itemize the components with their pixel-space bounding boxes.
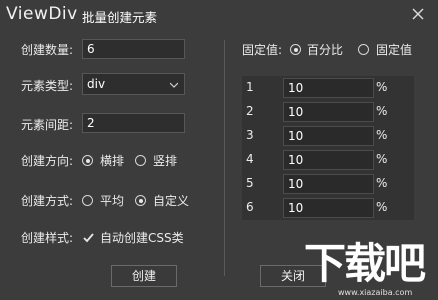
direction-vertical-label[interactable]: 竖排 (153, 152, 177, 169)
row-unit: % (376, 104, 388, 118)
row-index: 5 (246, 176, 254, 190)
auto-css-checkbox[interactable] (82, 231, 95, 244)
row-unit: % (376, 176, 388, 190)
row-value-input[interactable]: 10 (283, 126, 374, 146)
watermark-logo: 下载吧 (304, 239, 426, 288)
percent-label[interactable]: 百分比 (307, 41, 343, 58)
method-average-label[interactable]: 平均 (100, 192, 124, 209)
table-row: 2 10 % (242, 100, 414, 124)
direction-label: 创建方向: (21, 154, 74, 168)
window-title: 批量创建元素 (82, 10, 158, 25)
method-average-radio[interactable] (82, 195, 93, 206)
table-row: 5 10 % (242, 172, 414, 196)
row-unit: % (376, 128, 388, 142)
row-index: 6 (246, 200, 254, 214)
method-custom-label[interactable]: 自定义 (153, 192, 189, 209)
row-index: 3 (246, 128, 254, 142)
row-unit: % (376, 80, 388, 94)
method-custom-radio[interactable] (135, 195, 146, 206)
table-row: 3 10 % (242, 124, 414, 148)
row-value-input[interactable]: 10 (283, 102, 374, 122)
direction-vertical-radio[interactable] (135, 155, 146, 166)
count-input[interactable]: 6 (82, 39, 185, 59)
table-row: 6 10 % (242, 196, 414, 220)
dialog-window: ViewDiv 批量创建元素 创建数量: 6 元素类型: div 元素间距: 2… (0, 0, 438, 300)
auto-css-label[interactable]: 自动创建CSS类 (100, 229, 184, 246)
spacing-input[interactable]: 2 (82, 113, 185, 133)
panel-divider (224, 40, 225, 276)
type-label: 元素类型: (21, 79, 74, 93)
row-index: 4 (246, 152, 254, 166)
fixed-value-label[interactable]: 固定值 (376, 41, 412, 58)
style-label: 创建样式: (21, 231, 74, 245)
spacing-label: 元素间距: (21, 118, 74, 132)
direction-horizontal-label[interactable]: 横排 (100, 152, 124, 169)
row-value-input[interactable]: 10 (283, 150, 374, 170)
fixed-value-radio[interactable] (358, 44, 369, 55)
direction-horizontal-radio[interactable] (82, 155, 93, 166)
method-label: 创建方式: (21, 194, 74, 208)
create-button[interactable]: 创建 (111, 265, 177, 287)
row-value-input[interactable]: 10 (283, 78, 374, 98)
table-row: 1 10 % (242, 76, 414, 100)
type-select-value: div (87, 77, 106, 91)
fixed-label: 固定值: (242, 43, 283, 57)
row-unit: % (376, 200, 388, 214)
percent-radio[interactable] (290, 44, 301, 55)
chevron-down-icon (170, 82, 178, 88)
table-row: 4 10 % (242, 148, 414, 172)
close-icon[interactable] (410, 6, 426, 22)
row-value-input[interactable]: 10 (283, 174, 374, 194)
type-select[interactable]: div (82, 73, 185, 95)
row-value-input[interactable]: 10 (283, 198, 374, 218)
row-index: 1 (246, 80, 254, 94)
row-unit: % (376, 152, 388, 166)
watermark: 下载吧 www.xiazaiba.com (300, 238, 438, 300)
row-index: 2 (246, 104, 254, 118)
title-bar: ViewDiv 批量创建元素 (0, 0, 438, 30)
count-label: 创建数量: (21, 43, 74, 57)
app-name: ViewDiv (6, 4, 78, 24)
watermark-url: www.xiazaiba.com (338, 288, 413, 297)
